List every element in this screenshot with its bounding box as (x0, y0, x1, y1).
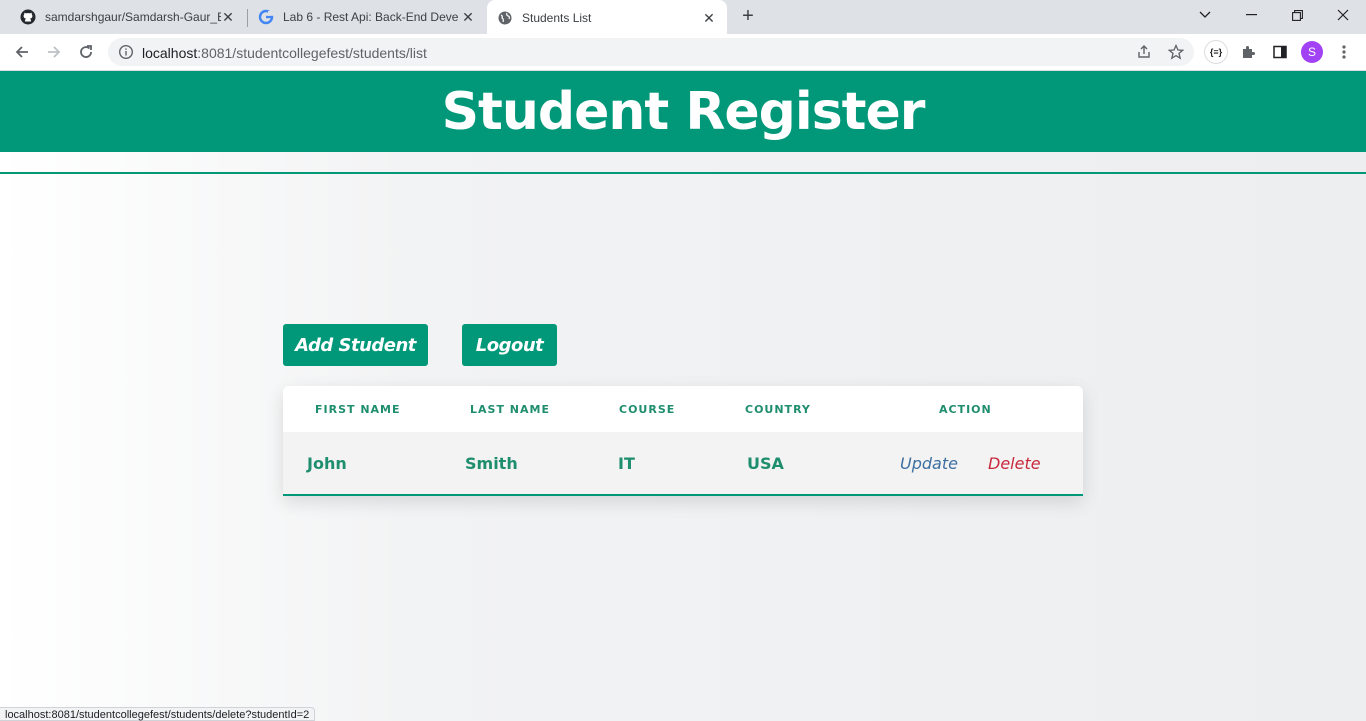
tab-github[interactable]: samdarshgaur/Samdarsh-Gaur_B ✕ (10, 0, 246, 34)
tab-lab6[interactable]: Lab 6 - Rest Api: Back-End Devel ✕ (248, 0, 486, 34)
cell-first-name: John (307, 454, 347, 473)
students-table: FIRST NAME LAST NAME COURSE COUNTRY ACTI… (283, 386, 1083, 496)
cell-course: IT (618, 454, 635, 473)
extensions-icon[interactable] (1238, 42, 1258, 62)
side-panel-icon[interactable] (1270, 42, 1290, 62)
url-text: localhost:8081/studentcollegefest/studen… (142, 45, 427, 61)
update-link[interactable]: Update (900, 454, 958, 473)
menu-icon[interactable] (1334, 42, 1354, 62)
google-icon (258, 9, 274, 25)
url-path: :8081/studentcollegefest/students/list (197, 45, 427, 61)
share-icon[interactable] (1134, 42, 1154, 62)
column-header-last-name: LAST NAME (470, 403, 550, 416)
reload-button[interactable] (72, 38, 100, 66)
cell-last-name: Smith (465, 454, 518, 473)
status-bar-url: localhost:8081/studentcollegefest/studen… (0, 707, 316, 721)
header-banner: Student Register (0, 71, 1366, 152)
restore-button[interactable] (1274, 0, 1320, 30)
close-tab-icon[interactable]: ✕ (460, 9, 476, 25)
tab-search-icon[interactable] (1182, 0, 1228, 30)
close-window-button[interactable] (1320, 0, 1366, 30)
cell-country: USA (747, 454, 784, 473)
tab-strip: samdarshgaur/Samdarsh-Gaur_B ✕ Lab 6 - R… (0, 0, 1366, 36)
forward-button[interactable] (40, 38, 68, 66)
column-header-course: COURSE (619, 403, 676, 416)
new-tab-button[interactable]: + (736, 5, 760, 29)
tab-title: Students List (522, 11, 592, 25)
json-extension-icon[interactable]: {≡} (1204, 40, 1228, 64)
back-button[interactable] (8, 38, 36, 66)
logout-button[interactable]: Logout (462, 324, 557, 366)
site-info-icon[interactable] (118, 44, 134, 60)
minimize-button[interactable] (1228, 0, 1274, 30)
delete-link[interactable]: Delete (988, 454, 1041, 473)
tab-title: Lab 6 - Rest Api: Back-End Devel (283, 10, 459, 24)
browser-toolbar: localhost:8081/studentcollegefest/studen… (0, 34, 1366, 71)
close-tab-icon[interactable]: ✕ (220, 9, 236, 25)
globe-icon (497, 10, 513, 26)
page-content: Student Register Add Student Logout FIRS… (0, 71, 1366, 721)
table-row: John Smith IT USA Update Delete (283, 432, 1083, 494)
table-header: FIRST NAME LAST NAME COURSE COUNTRY ACTI… (283, 386, 1083, 432)
url-host: localhost (142, 45, 198, 61)
page-title: Student Register (441, 81, 926, 142)
add-student-button[interactable]: Add Student (283, 324, 428, 366)
tab-title: samdarshgaur/Samdarsh-Gaur_B (45, 10, 221, 24)
column-header-country: COUNTRY (745, 403, 811, 416)
close-tab-icon[interactable]: ✕ (701, 10, 717, 26)
profile-avatar[interactable]: S (1301, 41, 1323, 63)
divider (0, 172, 1366, 174)
column-header-action: ACTION (939, 403, 992, 416)
github-icon (20, 9, 36, 25)
column-header-first-name: FIRST NAME (315, 403, 401, 416)
tab-students-list[interactable]: Students List ✕ (487, 0, 727, 36)
address-bar[interactable]: localhost:8081/studentcollegefest/studen… (108, 38, 1194, 66)
bookmark-star-icon[interactable] (1166, 42, 1186, 62)
